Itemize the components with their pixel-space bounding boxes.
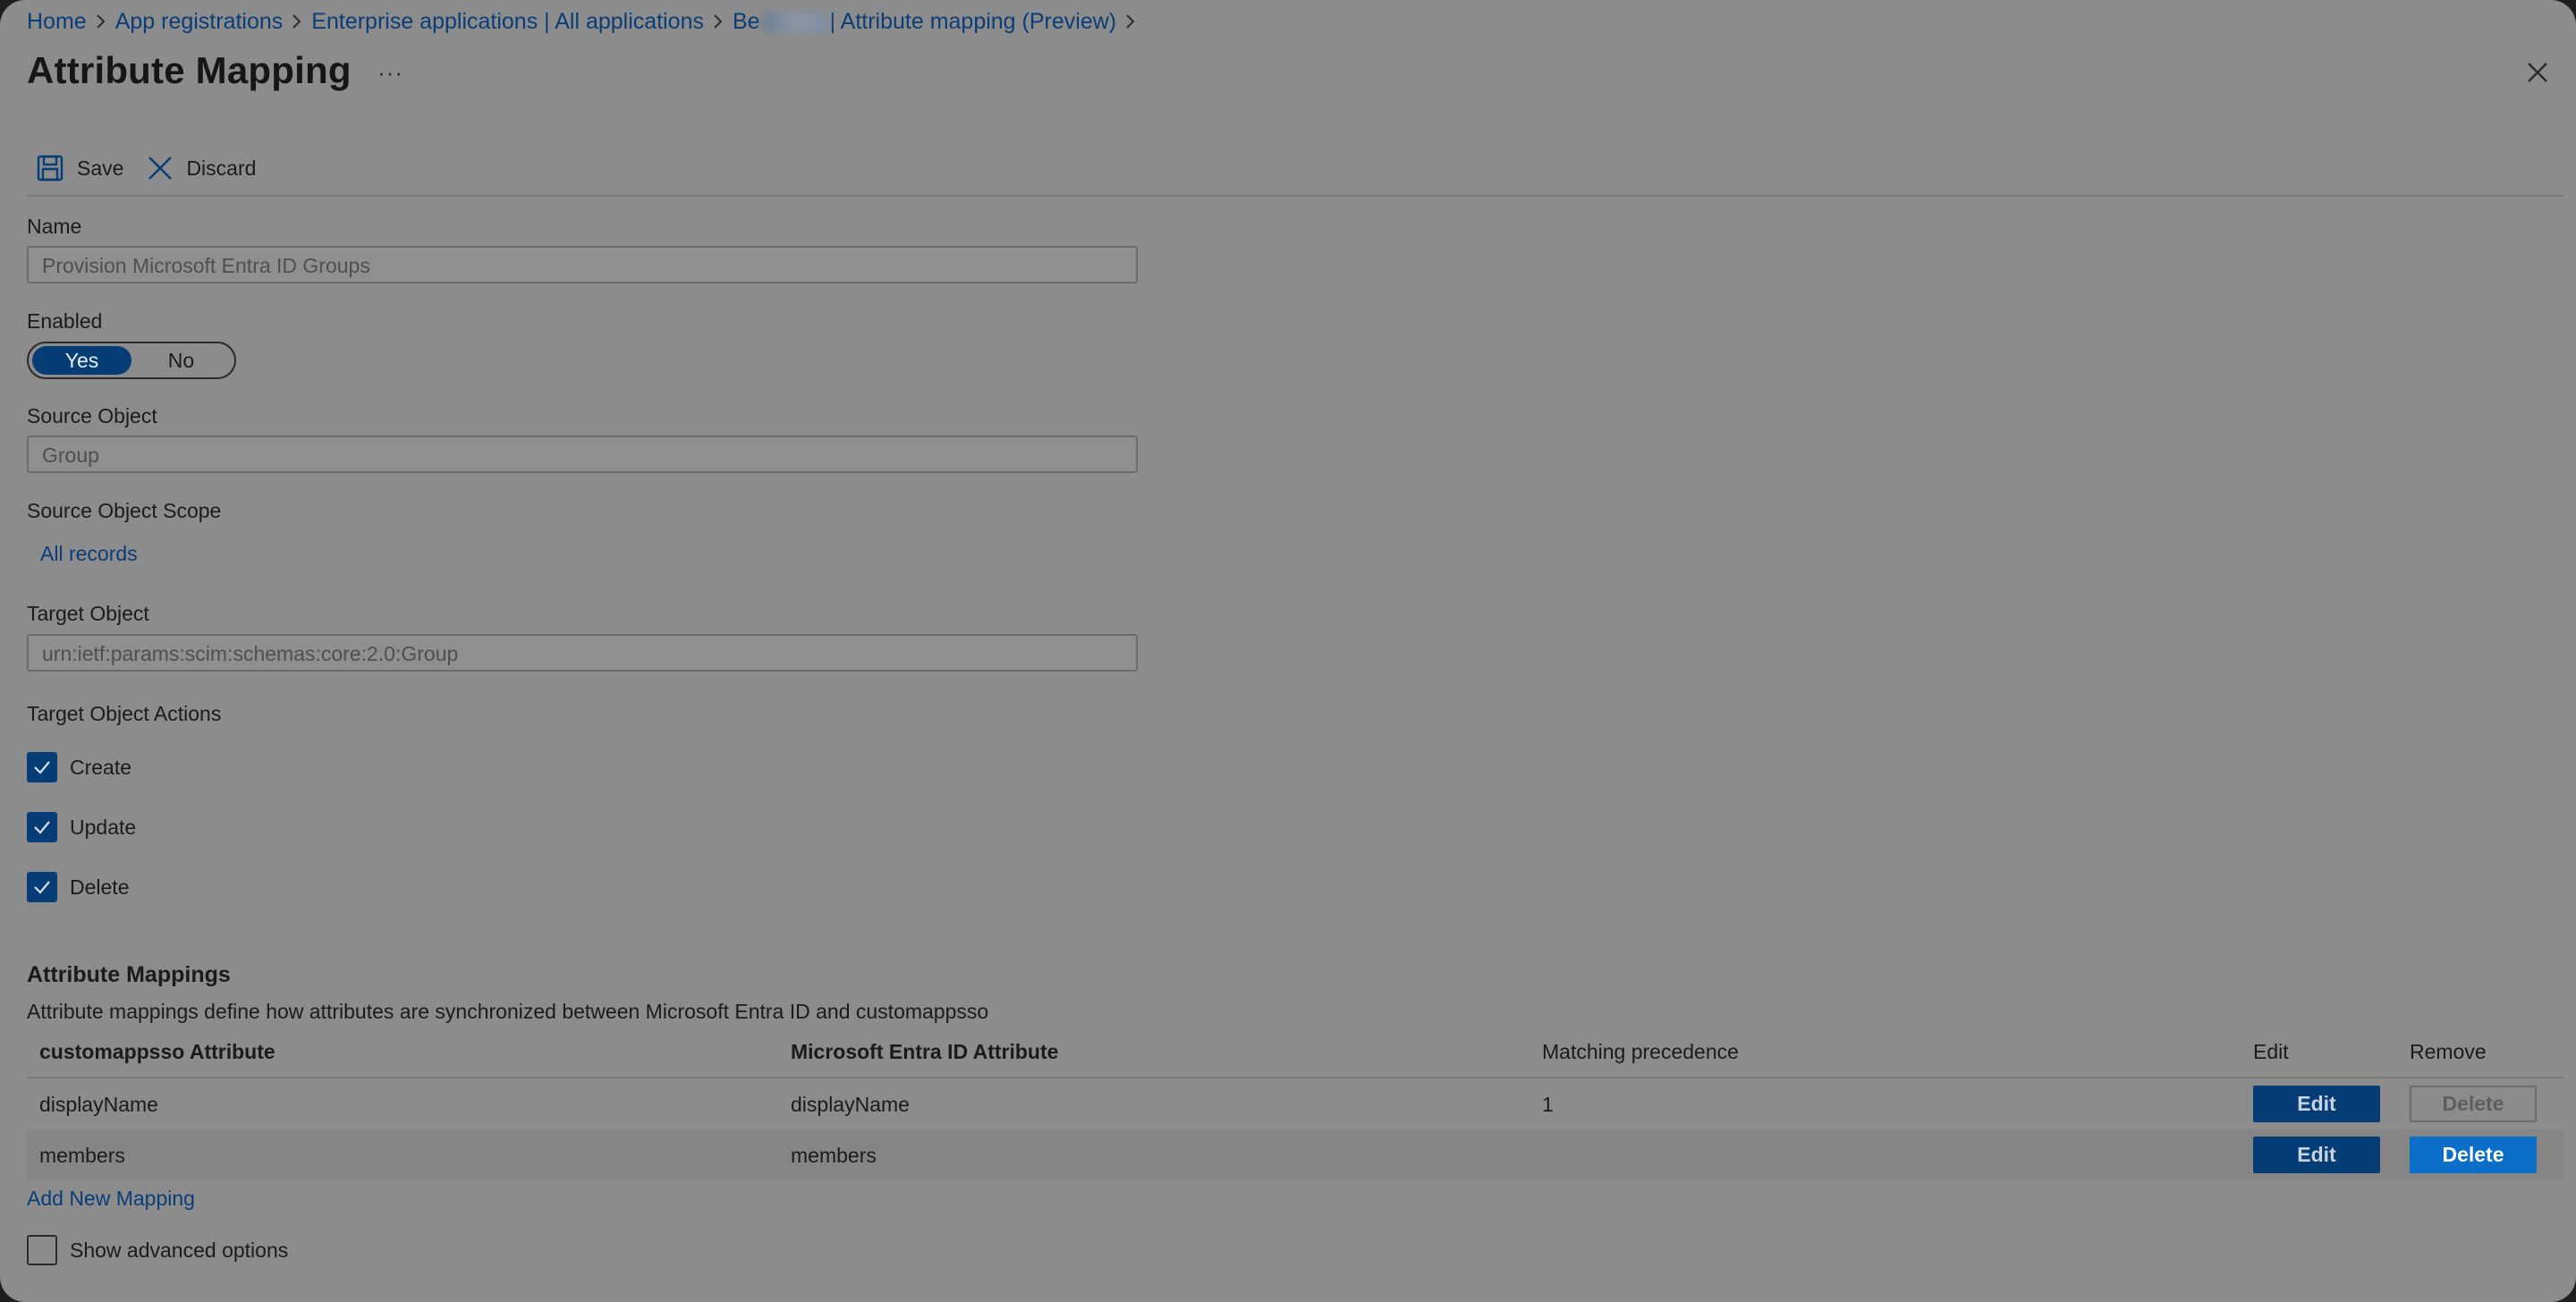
delete-checkbox[interactable] xyxy=(27,872,57,902)
name-field: Provision Microsoft Entra ID Groups xyxy=(27,246,1138,283)
enabled-label: Enabled xyxy=(27,309,103,333)
column-header-remove: Remove xyxy=(2410,1040,2487,1063)
target-actions-label: Target Object Actions xyxy=(27,702,222,725)
source-attribute-cell: displayName xyxy=(791,1093,910,1116)
all-records-link[interactable]: All records xyxy=(40,542,138,566)
attribute-mapping-panel: Home App registrations Enterprise applic… xyxy=(0,0,2576,1302)
source-scope-label: Source Object Scope xyxy=(27,499,222,522)
matching-precedence-cell: 1 xyxy=(1542,1093,1554,1116)
update-checkbox-row[interactable]: Update xyxy=(27,812,136,842)
target-attribute-cell: members xyxy=(39,1144,125,1167)
more-options-icon[interactable]: ··· xyxy=(377,59,403,87)
delete-checkbox-row[interactable]: Delete xyxy=(27,872,129,902)
target-attribute-cell: displayName xyxy=(39,1093,158,1116)
chevron-right-icon xyxy=(283,13,311,30)
save-icon xyxy=(36,154,64,182)
discard-button[interactable]: Discard xyxy=(147,155,256,182)
source-attribute-cell: members xyxy=(791,1144,877,1167)
target-object-label: Target Object xyxy=(27,602,149,625)
command-bar: Save Discard xyxy=(36,150,256,186)
discard-label: Discard xyxy=(186,156,257,180)
target-object-field: urn:ietf:params:scim:schemas:core:2.0:Gr… xyxy=(27,634,1138,672)
show-advanced-options-row[interactable]: Show advanced options xyxy=(27,1235,288,1265)
toolbar-divider xyxy=(27,195,2563,197)
name-label: Name xyxy=(27,215,82,238)
attribute-mappings-description: Attribute mappings define how attributes… xyxy=(27,1000,989,1023)
redacted-app-name xyxy=(761,12,828,32)
table-row: displayName displayName 1 Edit Delete xyxy=(27,1078,2563,1129)
update-label: Update xyxy=(70,815,137,839)
breadcrumb-home[interactable]: Home xyxy=(27,9,87,35)
checkmark-icon xyxy=(34,761,50,774)
close-icon[interactable] xyxy=(2524,59,2551,86)
update-checkbox[interactable] xyxy=(27,812,57,842)
chevron-right-icon xyxy=(87,13,115,30)
column-header-source-attribute: Microsoft Entra ID Attribute xyxy=(791,1040,1059,1063)
breadcrumb-enterprise-applications[interactable]: Enterprise applications | All applicatio… xyxy=(311,9,704,35)
enabled-toggle[interactable]: Yes No xyxy=(27,342,236,379)
show-advanced-options-label: Show advanced options xyxy=(70,1238,289,1262)
checkmark-icon xyxy=(34,821,50,834)
checkmark-icon xyxy=(34,881,50,894)
column-header-matching-precedence: Matching precedence xyxy=(1542,1040,1739,1063)
breadcrumb: Home App registrations Enterprise applic… xyxy=(27,7,1145,36)
chevron-right-icon xyxy=(1116,13,1145,30)
edit-button[interactable]: Edit xyxy=(2253,1137,2380,1173)
enabled-yes-option[interactable]: Yes xyxy=(32,346,131,375)
column-header-edit: Edit xyxy=(2253,1040,2289,1063)
create-checkbox[interactable] xyxy=(27,752,57,782)
table-row: members members Edit Delete xyxy=(27,1129,2563,1180)
save-button[interactable]: Save xyxy=(36,154,123,182)
edit-button[interactable]: Edit xyxy=(2253,1086,2380,1122)
breadcrumb-app-registrations[interactable]: App registrations xyxy=(115,9,284,35)
enabled-no-option[interactable]: No xyxy=(131,346,231,375)
chevron-right-icon xyxy=(704,13,733,30)
breadcrumb-attribute-mapping-label: | Attribute mapping (Preview) xyxy=(829,8,1117,34)
discard-icon xyxy=(147,155,174,182)
save-label: Save xyxy=(77,156,124,180)
create-label: Create xyxy=(70,755,132,779)
create-checkbox-row[interactable]: Create xyxy=(27,752,131,782)
breadcrumb-app-name-prefix: Be xyxy=(732,8,760,34)
source-object-label: Source Object xyxy=(27,404,157,427)
delete-button-disabled: Delete xyxy=(2410,1086,2537,1122)
source-object-field: Group xyxy=(27,435,1138,473)
breadcrumb-attribute-mapping[interactable]: Be | Attribute mapping (Preview) xyxy=(733,9,1116,35)
page-title: Attribute Mapping xyxy=(27,49,352,91)
column-header-target-attribute: customappsso Attribute xyxy=(39,1040,275,1063)
delete-label: Delete xyxy=(70,875,130,899)
show-advanced-options-checkbox[interactable] xyxy=(27,1235,57,1265)
attribute-mappings-heading: Attribute Mappings xyxy=(27,962,231,987)
add-new-mapping-link[interactable]: Add New Mapping xyxy=(27,1187,195,1211)
table-header: customappsso Attribute Microsoft Entra I… xyxy=(27,1028,2563,1078)
attribute-mappings-table: customappsso Attribute Microsoft Entra I… xyxy=(27,1028,2563,1180)
delete-button[interactable]: Delete xyxy=(2410,1137,2537,1173)
